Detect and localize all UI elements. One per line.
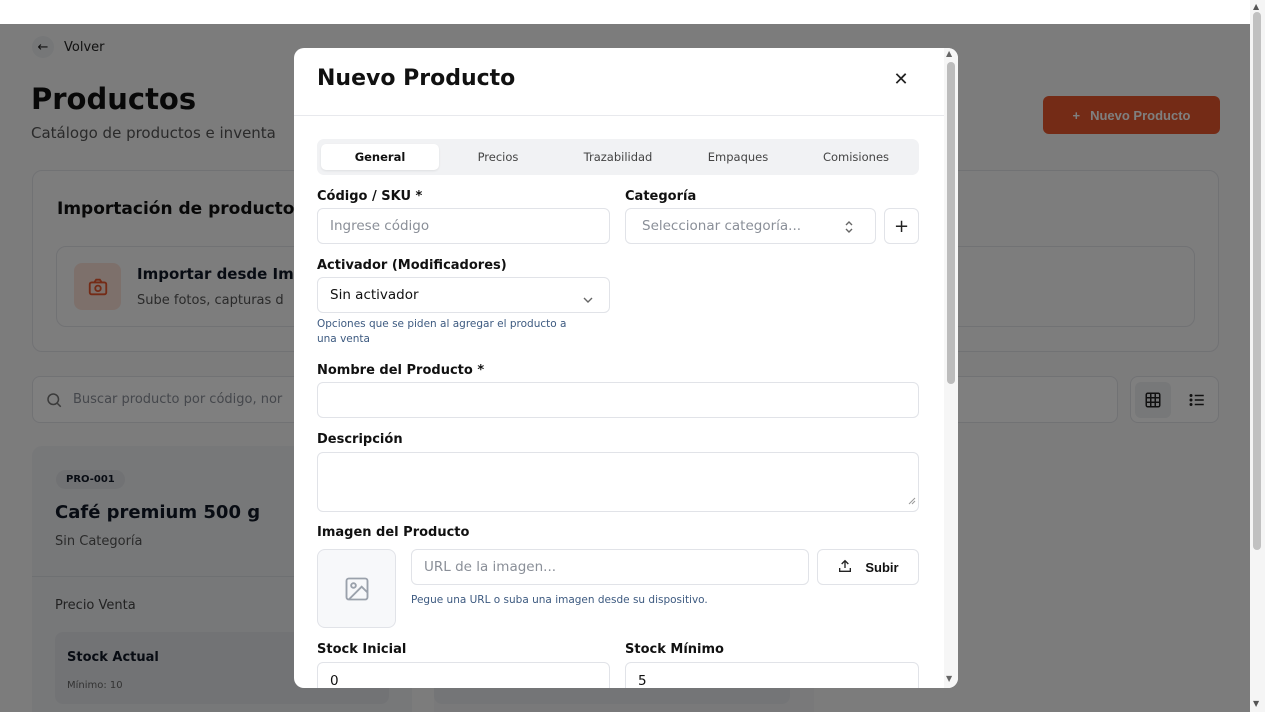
tab-general[interactable]: General	[321, 144, 439, 170]
sku-input[interactable]: Ingrese código	[317, 208, 610, 244]
minimum-stock-label: Stock Mínimo	[625, 642, 724, 657]
category-select[interactable]: Seleccionar categoría...	[625, 208, 876, 244]
minimum-stock-value: 5	[638, 673, 647, 688]
activator-hint-line1: Opciones que se piden al agregar el prod…	[317, 318, 567, 330]
chevron-up-down-icon	[843, 219, 855, 238]
scroll-up-icon[interactable]: ▲	[1253, 2, 1259, 11]
page-scrollbar-thumb[interactable]	[1253, 12, 1261, 550]
new-product-dialog: Nuevo Producto ✕ General Precios Trazabi…	[294, 48, 958, 688]
tab-trazabilidad[interactable]: Trazabilidad	[557, 144, 679, 170]
image-url-input[interactable]: URL de la imagen...	[411, 549, 809, 585]
dialog-header-divider	[294, 115, 944, 116]
image-label: Imagen del Producto	[317, 525, 470, 540]
upload-icon	[837, 558, 853, 577]
sku-label: Código / SKU *	[317, 189, 423, 204]
initial-stock-label: Stock Inicial	[317, 642, 407, 657]
category-label: Categoría	[625, 189, 697, 204]
tab-empaques[interactable]: Empaques	[679, 144, 797, 170]
scroll-down-icon[interactable]: ▼	[1253, 699, 1259, 708]
tab-comisiones[interactable]: Comisiones	[797, 144, 915, 170]
product-name-label: Nombre del Producto *	[317, 363, 485, 378]
tab-precios[interactable]: Precios	[439, 144, 557, 170]
activator-select[interactable]: Sin activador	[317, 277, 610, 313]
upload-button[interactable]: Subir	[817, 549, 919, 585]
product-name-input[interactable]	[317, 382, 919, 418]
close-icon[interactable]: ✕	[888, 66, 914, 92]
activator-label: Activador (Modificadores)	[317, 258, 507, 273]
minimum-stock-input[interactable]: 5	[625, 662, 919, 688]
activator-value: Sin activador	[330, 287, 419, 303]
plus-icon: +	[893, 215, 910, 237]
description-textarea[interactable]	[317, 452, 919, 512]
scroll-up-icon[interactable]: ▲	[946, 49, 952, 58]
category-placeholder: Seleccionar categoría...	[642, 218, 802, 234]
chevron-down-icon	[582, 290, 594, 309]
description-label: Descripción	[317, 432, 403, 447]
image-hint: Pegue una URL o suba una imagen desde su…	[411, 594, 708, 606]
dialog-title: Nuevo Producto	[317, 66, 516, 91]
activator-hint: Opciones que se piden al agregar el prod…	[317, 317, 566, 347]
dialog-scrollbar-thumb[interactable]	[947, 62, 955, 384]
resize-handle-icon[interactable]	[908, 490, 916, 509]
sku-placeholder: Ingrese código	[330, 218, 430, 234]
scroll-down-icon[interactable]: ▼	[946, 674, 952, 683]
tab-list: General Precios Trazabilidad Empaques Co…	[317, 139, 919, 175]
initial-stock-value: 0	[330, 673, 339, 688]
dialog-scrollbar[interactable]: ▲ ▼	[944, 48, 958, 688]
initial-stock-input[interactable]: 0	[317, 662, 610, 688]
page-scrollbar[interactable]: ▲ ▼	[1250, 0, 1265, 712]
image-url-placeholder: URL de la imagen...	[424, 559, 557, 575]
image-placeholder-icon	[317, 549, 396, 628]
add-category-button[interactable]: +	[884, 208, 919, 244]
activator-hint-line2: una venta	[317, 333, 370, 345]
upload-label: Subir	[865, 559, 899, 575]
